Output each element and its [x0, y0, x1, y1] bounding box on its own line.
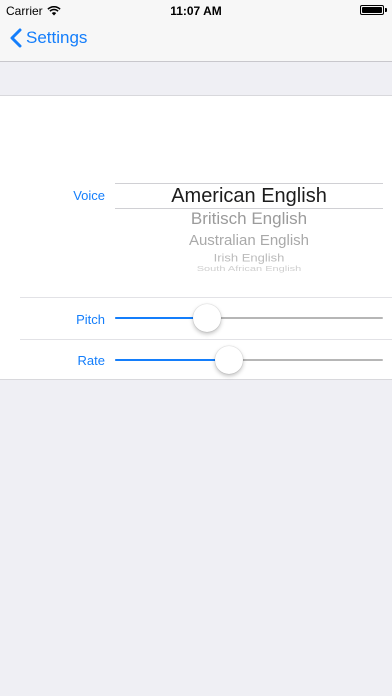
status-bar: Carrier 11:07 AM: [0, 0, 392, 20]
picker-selection-top-line: [115, 183, 383, 184]
voice-label: Voice: [73, 188, 105, 203]
voice-option[interactable]: Britisch English: [115, 209, 383, 229]
voice-picker[interactable]: American English Britisch English Austra…: [115, 183, 383, 277]
rate-label: Rate: [77, 353, 105, 368]
chevron-left-icon: [10, 28, 22, 48]
voice-option[interactable]: Irish English: [115, 251, 383, 264]
status-time: 11:07 AM: [170, 4, 222, 18]
rate-slider[interactable]: [115, 346, 383, 374]
slider-thumb[interactable]: [193, 304, 222, 332]
row-separator: [20, 297, 392, 298]
pitch-label: Pitch: [76, 312, 105, 327]
battery-icon: [360, 5, 387, 15]
row-separator: [20, 339, 392, 340]
voice-option[interactable]: Australian English: [115, 232, 383, 249]
back-button-label: Settings: [26, 28, 88, 47]
pitch-slider[interactable]: [115, 304, 383, 332]
back-button[interactable]: Settings: [10, 28, 87, 48]
slider-fill: [115, 359, 229, 361]
voice-option[interactable]: South African English: [115, 265, 383, 273]
navigation-bar: Settings: [0, 20, 392, 62]
voice-option[interactable]: American English: [115, 185, 383, 208]
slider-thumb[interactable]: [214, 346, 243, 374]
